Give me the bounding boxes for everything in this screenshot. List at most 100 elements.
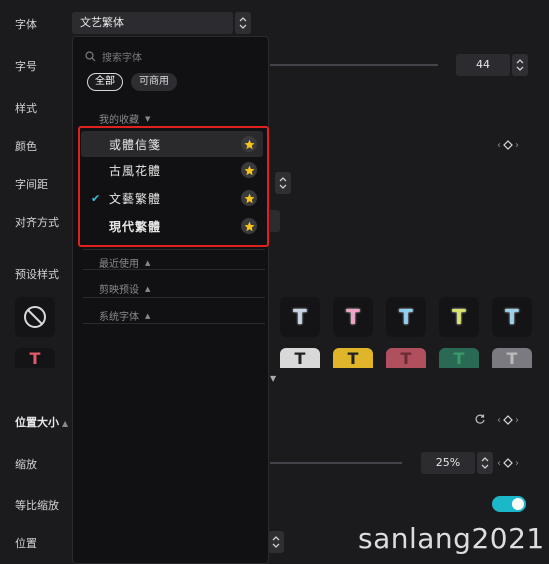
position-size-section[interactable]: 位置大小 ▲: [15, 414, 68, 430]
scale-keyframe[interactable]: ‹ ›: [497, 456, 519, 470]
toggle-knob: [512, 498, 524, 510]
star-icon[interactable]: [241, 218, 257, 234]
size-slider[interactable]: [270, 64, 438, 66]
preset-style-9[interactable]: T: [386, 348, 426, 368]
system-fonts-title: 系统字体: [99, 312, 139, 323]
preset-style-2[interactable]: T: [333, 297, 373, 337]
preset-style-8[interactable]: T: [333, 348, 373, 368]
font-name: 文藝繁體: [109, 191, 162, 206]
font-item-2[interactable]: 古風花體: [81, 157, 263, 183]
size-label: 字号: [15, 60, 37, 73]
font-item-1[interactable]: 或體信箋: [81, 131, 263, 157]
spacing-label: 字间距: [15, 178, 48, 191]
position-stepper[interactable]: [268, 531, 284, 553]
caret-up-icon: ▲: [145, 284, 151, 293]
position-keyframe[interactable]: ‹ ›: [497, 413, 519, 427]
size-stepper[interactable]: [512, 54, 528, 76]
divider: [83, 249, 265, 250]
scale-stepper[interactable]: [477, 452, 493, 474]
font-label: 字体: [15, 18, 37, 31]
chevron-right-icon[interactable]: ›: [515, 458, 519, 469]
align-label: 对齐方式: [15, 216, 59, 229]
star-icon[interactable]: [241, 162, 257, 178]
recent-title: 最近使用: [99, 259, 139, 270]
font-select-stepper[interactable]: [235, 12, 251, 34]
uniform-scale-toggle[interactable]: [492, 496, 526, 512]
chevron-left-icon[interactable]: ‹: [497, 415, 501, 426]
caret-down-icon: ▼: [145, 114, 151, 123]
chevron-updown-icon: [279, 177, 287, 189]
t-icon: T: [399, 305, 413, 329]
scale-input[interactable]: 25%: [421, 452, 475, 474]
diamond-icon: [503, 458, 513, 468]
search-placeholder: 搜索字体: [102, 52, 142, 64]
uniform-scale-label: 等比缩放: [15, 499, 59, 512]
font-dropdown[interactable]: 搜索字体 全部 可商用 我的收藏 ▼ 或體信箋 古風花體 ✔ 文藝繁體 現代繁體 …: [72, 36, 269, 564]
t-icon: T: [506, 349, 518, 368]
preset-style-3[interactable]: T: [386, 297, 426, 337]
search-icon: [85, 50, 96, 61]
watermark-text: sanlang2021: [358, 522, 545, 555]
size-input[interactable]: 44: [456, 54, 510, 76]
align-control[interactable]: [270, 210, 280, 232]
preset-style-5[interactable]: T: [492, 297, 532, 337]
chevron-updown-icon: [481, 457, 489, 469]
t-icon: T: [505, 305, 519, 329]
font-item-3[interactable]: ✔ 文藝繁體: [81, 185, 263, 211]
style-label: 样式: [15, 102, 37, 115]
position-label: 位置: [15, 537, 37, 550]
font-item-4[interactable]: 現代繁體: [81, 213, 263, 239]
star-icon[interactable]: [241, 136, 257, 152]
font-search-input[interactable]: 搜索字体: [85, 47, 142, 65]
preset-fonts-title: 剪映预设: [99, 285, 139, 296]
chevron-updown-icon: [516, 59, 524, 71]
divider: [83, 297, 265, 298]
preset-style-6[interactable]: T: [15, 348, 55, 368]
color-keyframe[interactable]: ‹ ›: [497, 138, 519, 152]
preset-style-11[interactable]: T: [492, 348, 532, 368]
preset-label: 预设样式: [15, 268, 59, 281]
chip-all[interactable]: 全部: [87, 73, 123, 91]
preset-style-7[interactable]: T: [280, 348, 320, 368]
chevron-updown-icon: [239, 17, 247, 29]
preset-style-10[interactable]: T: [439, 348, 479, 368]
diamond-icon: [503, 140, 513, 150]
check-icon: ✔: [91, 191, 101, 205]
diamond-icon: [503, 415, 513, 425]
chevron-left-icon[interactable]: ‹: [497, 140, 501, 151]
font-select[interactable]: 文艺繁体: [72, 12, 233, 34]
reset-icon[interactable]: [474, 413, 486, 428]
t-icon: T: [294, 349, 306, 368]
preset-fonts-group[interactable]: 剪映预设 ▲: [83, 281, 263, 297]
chevron-right-icon[interactable]: ›: [515, 140, 519, 151]
font-name: 現代繁體: [109, 219, 162, 234]
t-icon: T: [400, 349, 412, 368]
font-name: 或體信箋: [109, 137, 162, 152]
spacing-stepper[interactable]: [275, 172, 291, 194]
caret-up-icon: ▲: [145, 311, 151, 320]
no-style-icon: [24, 306, 46, 328]
collapse-icon: ▲: [62, 419, 69, 428]
star-icon[interactable]: [241, 190, 257, 206]
scale-slider[interactable]: [270, 462, 402, 464]
chip-commercial[interactable]: 可商用: [131, 73, 177, 91]
t-icon: T: [453, 349, 465, 368]
system-fonts-group[interactable]: 系统字体 ▲: [83, 308, 263, 324]
caret-up-icon: ▲: [145, 258, 151, 267]
t-icon: T: [293, 305, 307, 329]
font-name: 古風花體: [109, 163, 162, 178]
preset-none[interactable]: [15, 297, 55, 337]
divider: [83, 269, 265, 270]
t-icon: T: [347, 349, 359, 368]
chevron-right-icon[interactable]: ›: [515, 415, 519, 426]
preset-style-4[interactable]: T: [439, 297, 479, 337]
color-label: 颜色: [15, 140, 37, 153]
position-size-label: 位置大小: [15, 416, 59, 429]
caret-down-icon: ▼: [270, 374, 277, 383]
recent-group[interactable]: 最近使用 ▲: [83, 255, 263, 271]
t-icon: T: [29, 349, 41, 368]
chevron-left-icon[interactable]: ‹: [497, 458, 501, 469]
t-icon: T: [452, 305, 466, 329]
favorites-group[interactable]: 我的收藏 ▼: [83, 111, 263, 127]
preset-style-1[interactable]: T: [280, 297, 320, 337]
